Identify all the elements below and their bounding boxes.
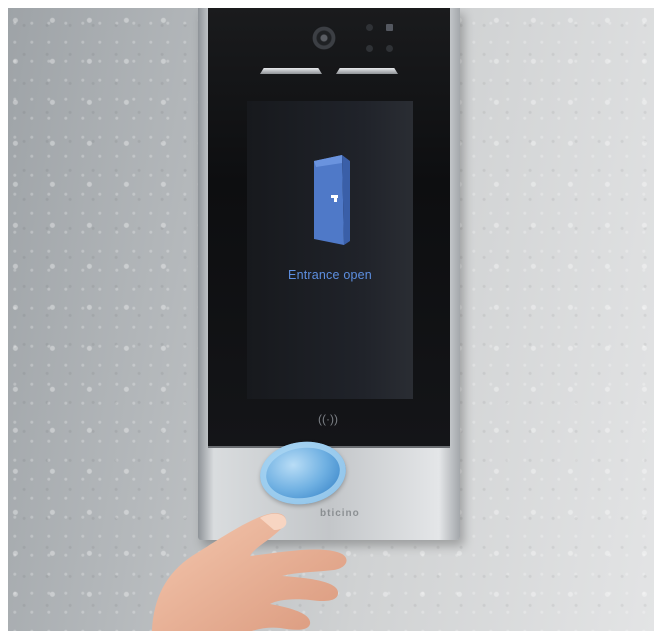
indicator-light (386, 24, 393, 31)
status-text: Entrance open (288, 268, 372, 282)
glass-front: Entrance open ((·)) (208, 8, 450, 448)
indicator-light (366, 45, 373, 52)
nfc-symbol: ((·)) (318, 412, 338, 426)
led-bar-right (336, 68, 398, 74)
nfc-icon: ((·)) (311, 408, 345, 430)
indicator-light (386, 45, 393, 52)
indicator-light (366, 24, 373, 31)
photo-scene: Entrance open ((·)) bticino (8, 8, 654, 631)
door-open-icon (314, 155, 350, 245)
camera-lens-icon (312, 26, 336, 50)
display-screen: Entrance open (247, 101, 413, 399)
led-bar-left (260, 68, 322, 74)
hand (152, 513, 347, 631)
